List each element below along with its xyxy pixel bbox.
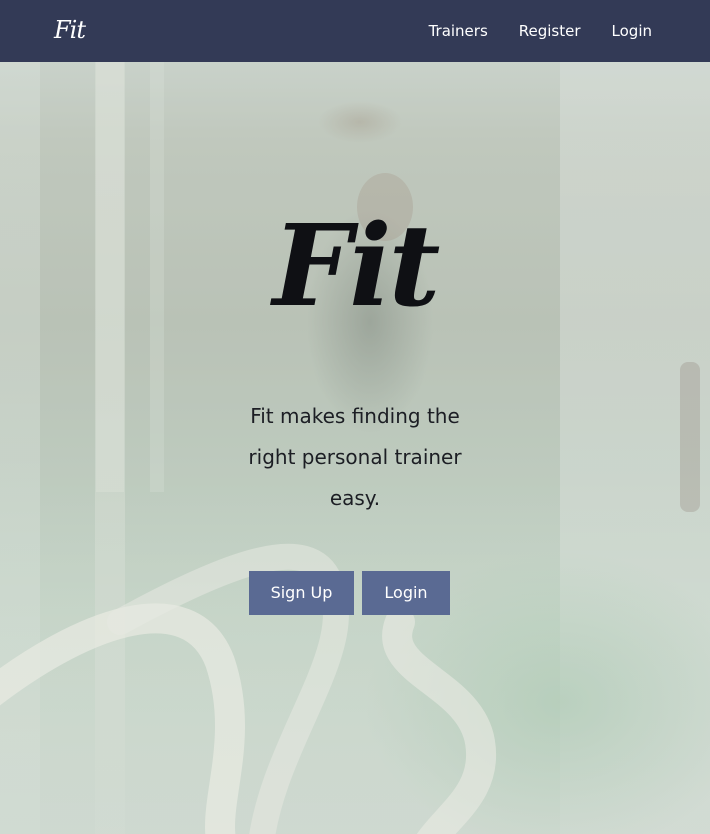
navbar: Fit Trainers Register Login bbox=[0, 0, 710, 62]
nav-link-register[interactable]: Register bbox=[519, 22, 581, 40]
sign-up-button[interactable]: Sign Up bbox=[249, 571, 354, 615]
nav-links: Trainers Register Login bbox=[398, 0, 652, 62]
hero-section: Fit Fit makes finding the right personal… bbox=[0, 62, 710, 834]
nav-link-trainers[interactable]: Trainers bbox=[429, 22, 488, 40]
login-button[interactable]: Login bbox=[362, 571, 450, 615]
cta-buttons: Sign Up Login bbox=[249, 571, 450, 615]
nav-link-login[interactable]: Login bbox=[612, 22, 652, 40]
hero-tagline: Fit makes finding the right personal tra… bbox=[248, 404, 462, 510]
brand-logo[interactable]: Fit bbox=[54, 14, 86, 46]
hero-title: Fit bbox=[272, 201, 441, 332]
